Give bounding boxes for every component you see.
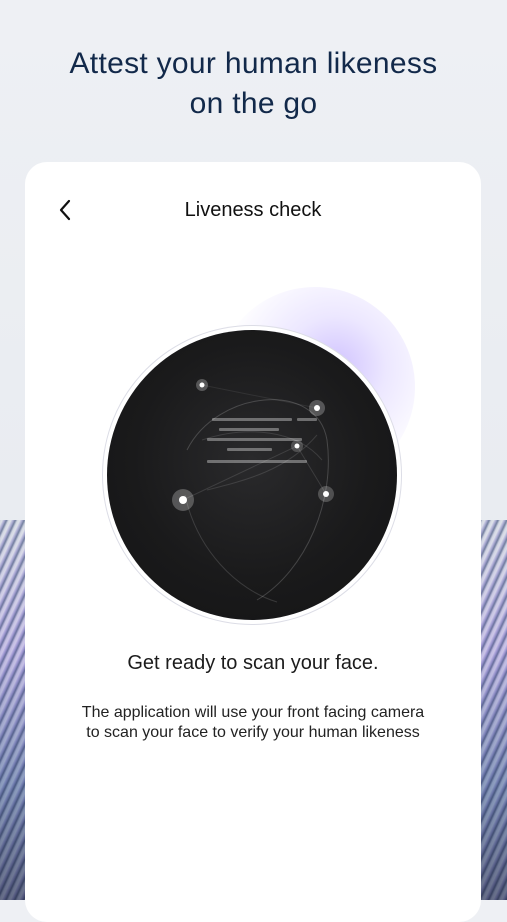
ready-heading: Get ready to scan your face.	[127, 652, 379, 674]
headline-line-1: Attest your human likeness	[69, 47, 438, 80]
scan-circle	[107, 330, 397, 620]
scan-lines-graphic	[172, 379, 334, 603]
card-title: Liveness check	[184, 199, 322, 221]
chevron-left-icon	[59, 199, 71, 221]
headline: Attest your human likeness on the go	[0, 44, 507, 124]
face-scan-illustration	[95, 287, 415, 622]
back-button[interactable]	[49, 192, 81, 228]
liveness-card: Liveness check Get ready to scan your fa…	[25, 162, 481, 922]
headline-line-2: on the go	[189, 87, 318, 120]
card-header: Liveness check	[25, 192, 481, 228]
scan-description: The application will use your front faci…	[81, 704, 425, 741]
